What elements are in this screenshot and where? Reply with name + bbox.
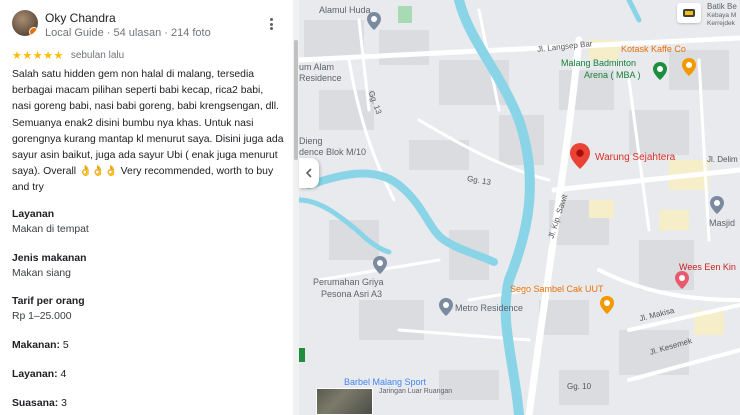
score-food: Makanan: 5 bbox=[12, 340, 69, 351]
map-label-badminton-2[interactable]: Arena ( MBA ) bbox=[584, 70, 641, 80]
score-label: Layanan bbox=[12, 369, 55, 380]
review-header: Oky Chandra Local Guide · 54 ulasan · 21… bbox=[12, 10, 282, 46]
map-label-residence-2[interactable]: Residence bbox=[299, 73, 342, 83]
map-label-barbel-2[interactable]: Jaringan Luar Ruangan bbox=[379, 388, 452, 395]
attribute-label: Layanan bbox=[12, 209, 55, 220]
map-label-dieng[interactable]: Dieng bbox=[299, 136, 323, 146]
score-value: 4 bbox=[60, 369, 67, 380]
reviewer-meta: Local Guide · 54 ulasan · 214 foto bbox=[45, 27, 211, 39]
collapse-panel-button[interactable] bbox=[299, 158, 319, 188]
attribute-value: Rp 1–25.000 bbox=[12, 311, 72, 322]
rating-row: ★★★★★ sebulan lalu bbox=[12, 48, 124, 62]
attribute-meal-type: Jenis makanan Makan siang bbox=[12, 252, 282, 281]
map-label-wees[interactable]: Wees Een Kin bbox=[679, 262, 736, 272]
map-label-batik-3[interactable]: Kerrejdek bbox=[707, 20, 735, 27]
map-label-masjid[interactable]: Masjid bbox=[709, 218, 735, 228]
map-label-perumahan[interactable]: Perumahan Griya bbox=[313, 277, 384, 287]
residence-pin-icon[interactable] bbox=[439, 298, 453, 316]
map-label-alamul-huda[interactable]: Alamul Huda bbox=[319, 5, 371, 15]
review-text: Salah satu hidden gem non halal di malan… bbox=[12, 69, 284, 194]
attribute-price: Tarif per orang Rp 1–25.000 bbox=[12, 295, 282, 324]
avatar[interactable] bbox=[12, 10, 38, 36]
map-label-batik-2[interactable]: Kebaya M bbox=[707, 12, 736, 19]
map-label-kotask[interactable]: Kotask Kaffe Co bbox=[621, 44, 686, 54]
chevron-left-icon bbox=[305, 168, 312, 178]
mosque-pin-icon[interactable] bbox=[710, 196, 724, 214]
map-label-street: Jl. Delim bbox=[707, 155, 738, 164]
map-canvas[interactable]: Alamul Huda Jl. Langsep Bar Kotask Kaffe… bbox=[299, 0, 740, 415]
map-label-dieng-2[interactable]: dence Blok M/10 bbox=[299, 147, 366, 157]
score-value: 5 bbox=[62, 340, 69, 351]
star-rating: ★★★★★ bbox=[12, 49, 64, 62]
attribute-value: Makan siang bbox=[12, 268, 71, 279]
map-label-sego-sambel[interactable]: Sego Sambel Cak UUT bbox=[510, 284, 604, 294]
local-guide-badge-icon bbox=[29, 27, 38, 36]
cafe-pin-icon[interactable] bbox=[682, 58, 696, 76]
restaurant-pin-icon[interactable] bbox=[600, 296, 614, 314]
map-label-badminton[interactable]: Malang Badminton bbox=[561, 58, 636, 68]
park-pin-icon[interactable] bbox=[299, 348, 305, 362]
map-label-perumahan-2[interactable]: Pesona Asri A3 bbox=[321, 289, 382, 299]
score-label: Makanan bbox=[12, 340, 57, 351]
sports-pin-icon[interactable] bbox=[653, 62, 667, 80]
score-service: Layanan: 4 bbox=[12, 369, 67, 380]
map-label-metro-residence[interactable]: Metro Residence bbox=[455, 303, 523, 313]
score-label: Suasana bbox=[12, 398, 55, 409]
score-atmosphere: Suasana: 3 bbox=[12, 398, 67, 409]
attribute-label: Jenis makanan bbox=[12, 253, 87, 264]
map-label-barbel[interactable]: Barbel Malang Sport bbox=[344, 377, 426, 387]
attribute-label: Tarif per orang bbox=[12, 296, 85, 307]
selected-place-pin-icon[interactable] bbox=[570, 143, 590, 169]
score-value: 3 bbox=[61, 398, 67, 409]
attribute-service: Layanan Makan di tempat bbox=[12, 208, 282, 237]
map-label-residence[interactable]: um Alam bbox=[299, 62, 334, 72]
map-label-batik[interactable]: Batik Be bbox=[707, 2, 737, 11]
review-time: sebulan lalu bbox=[70, 49, 125, 61]
satellite-thumbnail[interactable] bbox=[316, 388, 373, 415]
shop-pin-icon[interactable] bbox=[675, 271, 689, 289]
map-label-warung-sejahtera[interactable]: Warung Sejahtera bbox=[595, 152, 675, 163]
scrollbar-thumb[interactable] bbox=[294, 40, 298, 160]
attribute-value: Makan di tempat bbox=[12, 224, 89, 235]
map-label-street: Gg. 10 bbox=[567, 382, 592, 391]
reviewer-name[interactable]: Oky Chandra bbox=[45, 11, 116, 25]
map-background bbox=[299, 0, 740, 415]
layers-icon[interactable] bbox=[677, 3, 701, 23]
residence-pin-icon[interactable] bbox=[373, 256, 387, 274]
review-panel: Oky Chandra Local Guide · 54 ulasan · 21… bbox=[0, 0, 298, 415]
more-options-icon[interactable] bbox=[266, 16, 276, 32]
